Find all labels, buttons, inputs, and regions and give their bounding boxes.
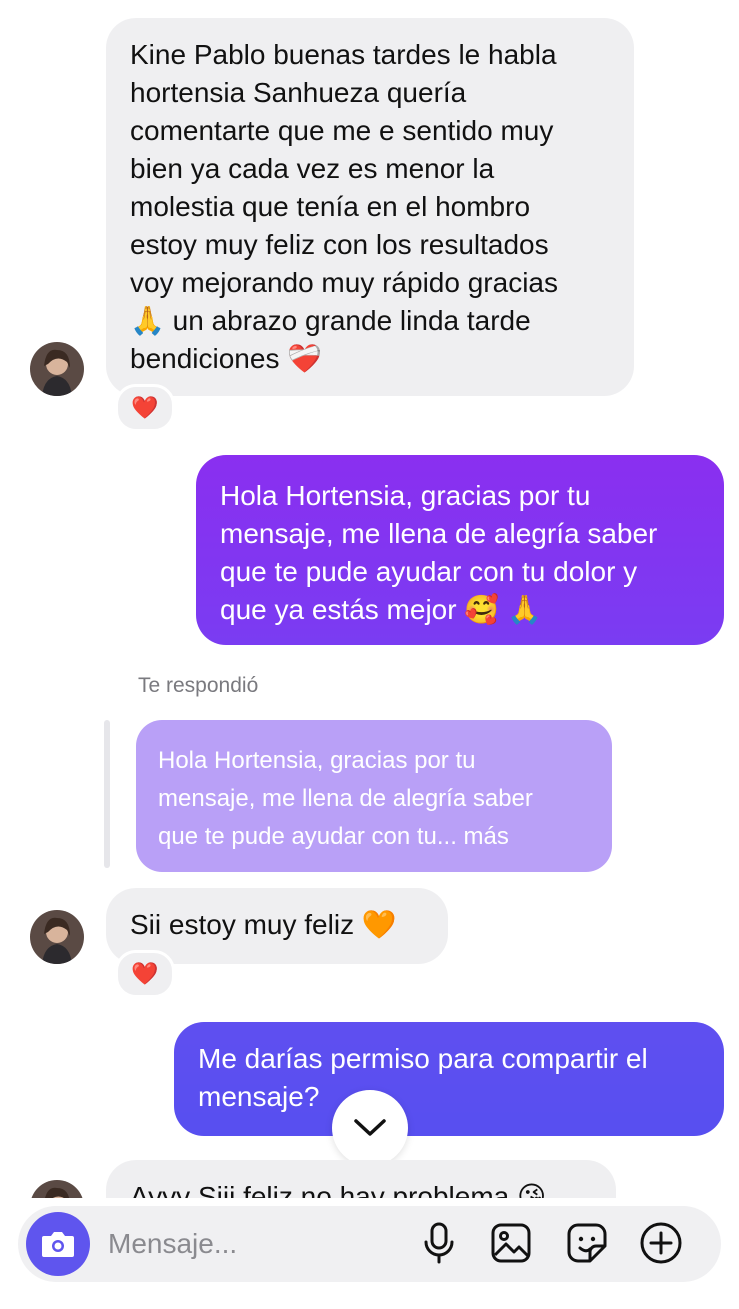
outgoing-message-bubble[interactable]: Hola Hortensia, gracias por tu mensaje, … — [196, 455, 724, 645]
quoted-text: Hola Hortensia, gracias por tu mensaje, … — [158, 747, 533, 850]
message-text: Sii estoy muy feliz 🧡 — [130, 909, 397, 940]
add-button[interactable] — [638, 1220, 684, 1266]
outgoing-message-bubble[interactable]: Me darías permiso para compartir el mens… — [174, 1022, 724, 1136]
message-composer — [18, 1206, 721, 1282]
chevron-down-icon — [354, 1119, 386, 1136]
message-text: Me darías permiso para compartir el mens… — [198, 1043, 648, 1112]
avatar-photo — [30, 342, 84, 396]
microphone-button[interactable] — [416, 1220, 462, 1266]
heart-icon: ❤️ — [131, 395, 159, 420]
quoted-message-bubble[interactable]: Hola Hortensia, gracias por tu mensaje, … — [136, 720, 612, 872]
reply-indicator-bar — [104, 720, 110, 868]
scroll-to-bottom-button[interactable] — [332, 1090, 408, 1166]
message-text: Kine Pablo buenas tardes le habla horten… — [130, 39, 558, 374]
contact-avatar[interactable] — [30, 342, 84, 396]
contact-avatar[interactable] — [30, 910, 84, 964]
heart-reaction[interactable]: ❤️ — [115, 384, 175, 432]
plus-circle-icon — [640, 1222, 682, 1264]
message-input[interactable] — [108, 1224, 388, 1264]
sticker-button[interactable] — [564, 1220, 610, 1266]
sticker-icon — [567, 1223, 607, 1263]
image-gallery-icon — [491, 1223, 531, 1263]
message-text: Hola Hortensia, gracias por tu mensaje, … — [220, 480, 658, 625]
camera-button[interactable] — [26, 1212, 90, 1276]
gallery-button[interactable] — [488, 1220, 534, 1266]
incoming-message-bubble[interactable]: Kine Pablo buenas tardes le habla horten… — [106, 18, 634, 396]
microphone-icon — [424, 1222, 454, 1264]
camera-icon — [42, 1232, 74, 1257]
reply-label: Te respondió — [138, 674, 259, 697]
avatar-photo — [30, 910, 84, 964]
heart-icon: ❤️ — [131, 961, 159, 986]
heart-reaction[interactable]: ❤️ — [115, 950, 175, 998]
